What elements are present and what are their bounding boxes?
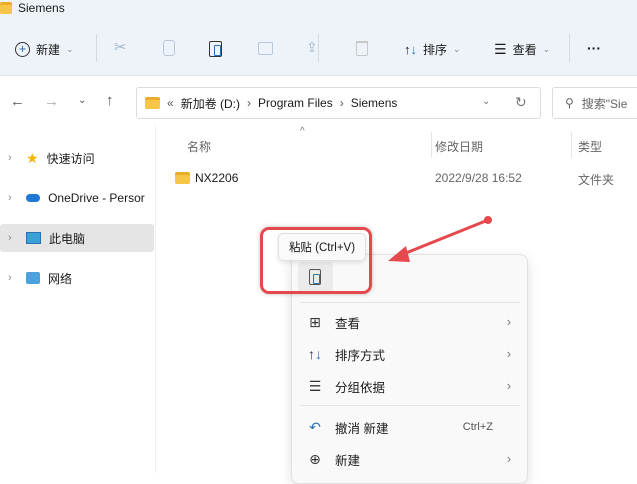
undo-icon: ↶ xyxy=(309,418,321,435)
view-lines-icon: ☰ xyxy=(494,40,507,57)
menu-item-label: 撤消 新建 xyxy=(335,421,389,436)
sort-ascending-icon: ^ xyxy=(300,126,305,137)
menu-separator xyxy=(300,405,520,406)
sidebar-item-label: 快速访问 xyxy=(46,151,95,166)
delete-icon[interactable] xyxy=(356,41,368,56)
column-header-modified[interactable]: 修改日期 xyxy=(435,138,483,155)
column-divider[interactable] xyxy=(431,132,432,158)
group-list-icon: ☰ xyxy=(308,377,322,394)
column-header-name[interactable]: 名称 xyxy=(187,138,211,155)
sidebar-item-onedrive[interactable]: › OneDrive - Persor xyxy=(0,184,154,212)
sidebar-item-label: 网络 xyxy=(48,271,73,286)
chevron-right-icon: › xyxy=(506,347,511,361)
folder-icon xyxy=(0,2,12,14)
up-icon[interactable]: ↑ xyxy=(106,92,114,109)
menu-item-view[interactable]: ⊞ 查看 › xyxy=(292,307,527,337)
chevron-right-icon[interactable]: › xyxy=(8,272,18,284)
chevron-right-icon: › xyxy=(506,315,511,329)
refresh-icon[interactable]: ↻ xyxy=(515,94,527,111)
forward-icon[interactable]: → xyxy=(44,93,59,110)
star-icon: ★ xyxy=(26,149,39,166)
chevron-right-icon[interactable]: › xyxy=(8,232,18,244)
recent-chevron-icon[interactable]: ⌄ xyxy=(78,95,86,106)
more-options-button[interactable]: ··· xyxy=(587,40,601,56)
menu-item-undo-new[interactable]: ↶ 撤消 新建 Ctrl+Z xyxy=(292,412,527,442)
grid-icon: ⊞ xyxy=(309,313,321,330)
menu-item-label: 排序方式 xyxy=(335,348,386,363)
search-placeholder: 搜索"Sie xyxy=(581,96,628,111)
folder-icon xyxy=(175,172,190,184)
paste-icon[interactable] xyxy=(209,41,222,57)
search-input[interactable]: ⚲ 搜索"Sie xyxy=(552,87,637,119)
chevron-right-icon[interactable]: › xyxy=(8,192,18,204)
breadcrumb-item[interactable]: Program Files xyxy=(258,96,333,110)
chevron-down-icon[interactable]: ⌄ xyxy=(482,96,490,107)
menu-item-label: 查看 xyxy=(335,316,361,331)
breadcrumb-overflow[interactable]: « xyxy=(167,96,174,110)
file-modified: 2022/9/28 16:52 xyxy=(435,171,522,185)
annotation-arrow xyxy=(388,216,492,262)
new-label: 新建 xyxy=(36,42,61,57)
annotation-highlight-box xyxy=(260,227,372,294)
view-label: 查看 xyxy=(512,42,537,57)
file-row[interactable]: NX2206 2022/9/28 16:52 文件夹 xyxy=(170,168,637,190)
sidebar-divider xyxy=(155,125,156,473)
address-bar[interactable]: « 新加卷 (D:) › Program Files › Siemens ⌄ ↻ xyxy=(136,87,541,119)
breadcrumb-item[interactable]: Siemens xyxy=(351,96,398,110)
sort-button[interactable]: ↑↓ 排序 ⌄ xyxy=(404,38,461,60)
sidebar-item-this-pc[interactable]: › 此电脑 xyxy=(0,224,154,252)
network-icon xyxy=(26,272,40,284)
sidebar-item-network[interactable]: › 网络 xyxy=(0,264,154,292)
sidebar-item-label: 此电脑 xyxy=(49,231,86,246)
column-header-type[interactable]: 类型 xyxy=(578,138,602,155)
cloud-icon xyxy=(25,194,41,202)
title-bar: Siemens xyxy=(0,0,65,16)
chevron-right-icon[interactable]: › xyxy=(8,152,18,164)
sort-icon: ↑↓ xyxy=(404,41,417,57)
column-divider[interactable] xyxy=(571,132,572,158)
menu-separator xyxy=(300,302,520,303)
new-button[interactable]: + 新建 ⌄ xyxy=(15,38,74,60)
window-title: Siemens xyxy=(18,1,65,15)
divider xyxy=(569,34,570,62)
copy-icon[interactable] xyxy=(163,40,175,56)
menu-item-new[interactable]: ⊕ 新建 › xyxy=(292,444,527,474)
breadcrumb-item[interactable]: 新加卷 (D:) xyxy=(181,95,240,112)
back-icon[interactable]: ← xyxy=(10,93,25,110)
divider xyxy=(96,34,97,62)
menu-item-label: 新建 xyxy=(335,453,361,468)
file-name: NX2206 xyxy=(195,171,239,185)
sidebar-item-quick-access[interactable]: › ★ 快速访问 xyxy=(0,144,154,172)
share-icon[interactable]: ⇪ xyxy=(306,39,318,56)
plus-circle-icon: ⊕ xyxy=(309,450,321,467)
plus-circle-icon: + xyxy=(15,41,30,57)
sort-icon: ↑↓ xyxy=(308,346,322,362)
chevron-down-icon: ⌄ xyxy=(453,43,461,54)
cut-icon[interactable]: ✂ xyxy=(114,38,127,56)
rename-icon[interactable] xyxy=(258,42,273,55)
chevron-right-icon: › xyxy=(506,379,511,393)
view-button[interactable]: ☰ 查看 ⌄ xyxy=(494,38,550,60)
menu-item-group-by[interactable]: ☰ 分组依据 › xyxy=(292,371,527,401)
folder-icon xyxy=(145,97,160,109)
sort-label: 排序 xyxy=(423,42,448,57)
chevron-down-icon: ⌄ xyxy=(66,43,74,54)
chevron-right-icon: › xyxy=(506,452,511,466)
menu-item-label: 分组依据 xyxy=(335,380,386,395)
chevron-down-icon: ⌄ xyxy=(542,43,551,54)
search-icon: ⚲ xyxy=(565,96,574,110)
menu-item-sort-by[interactable]: ↑↓ 排序方式 › xyxy=(292,339,527,369)
menu-item-shortcut: Ctrl+Z xyxy=(462,421,493,433)
file-type: 文件夹 xyxy=(578,173,615,187)
sidebar-item-label: OneDrive - Persor xyxy=(48,191,145,205)
monitor-icon xyxy=(26,232,41,244)
